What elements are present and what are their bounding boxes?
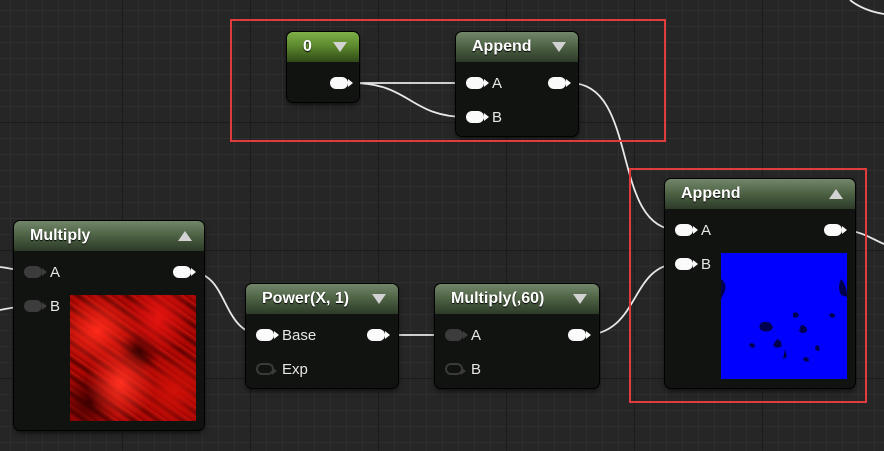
highlight-box-top xyxy=(230,19,666,142)
triangle-up-icon[interactable] xyxy=(178,231,192,241)
multiply-60-input-b-pin[interactable] xyxy=(445,363,466,375)
power-input-exp-label: Exp xyxy=(282,361,308,378)
wire-offscreen-top xyxy=(849,0,884,15)
power-input-exp-pin[interactable] xyxy=(256,363,277,375)
multiply-left-input-a-label: A xyxy=(50,264,61,281)
multiply-60-input-a-pin[interactable] xyxy=(445,329,468,341)
multiply-left-output-pin[interactable] xyxy=(173,266,196,278)
power-node[interactable]: Power(X, 1) Base Exp xyxy=(246,284,398,388)
highlight-box-right xyxy=(629,168,867,403)
multiply-left-header[interactable]: Multiply xyxy=(14,221,204,251)
multiply-left-title: Multiply xyxy=(30,227,91,244)
power-header[interactable]: Power(X, 1) xyxy=(246,284,398,314)
triangle-down-icon[interactable] xyxy=(573,294,587,304)
multiply-left-preview xyxy=(70,295,196,421)
power-title: Power(X, 1) xyxy=(262,290,350,307)
triangle-down-icon[interactable] xyxy=(372,294,386,304)
multiply-left-input-b-pin[interactable] xyxy=(24,300,47,312)
power-output-pin[interactable] xyxy=(367,329,390,341)
multiply-left-input-a-pin[interactable] xyxy=(24,266,47,278)
power-input-base-label: Base xyxy=(282,327,317,344)
multiply-60-header[interactable]: Multiply(,60) xyxy=(435,284,599,314)
multiply-60-title: Multiply(,60) xyxy=(451,290,545,307)
multiply-60-input-b-label: B xyxy=(471,361,482,378)
power-input-base-pin[interactable] xyxy=(256,329,279,341)
multiply-60-input-a-label: A xyxy=(471,327,482,344)
multiply-60-node[interactable]: Multiply(,60) A B xyxy=(435,284,599,388)
multiply-left-input-b-label: B xyxy=(50,298,61,315)
multiply-node-left[interactable]: Multiply A B xyxy=(14,221,204,430)
multiply-60-output-pin[interactable] xyxy=(568,329,591,341)
